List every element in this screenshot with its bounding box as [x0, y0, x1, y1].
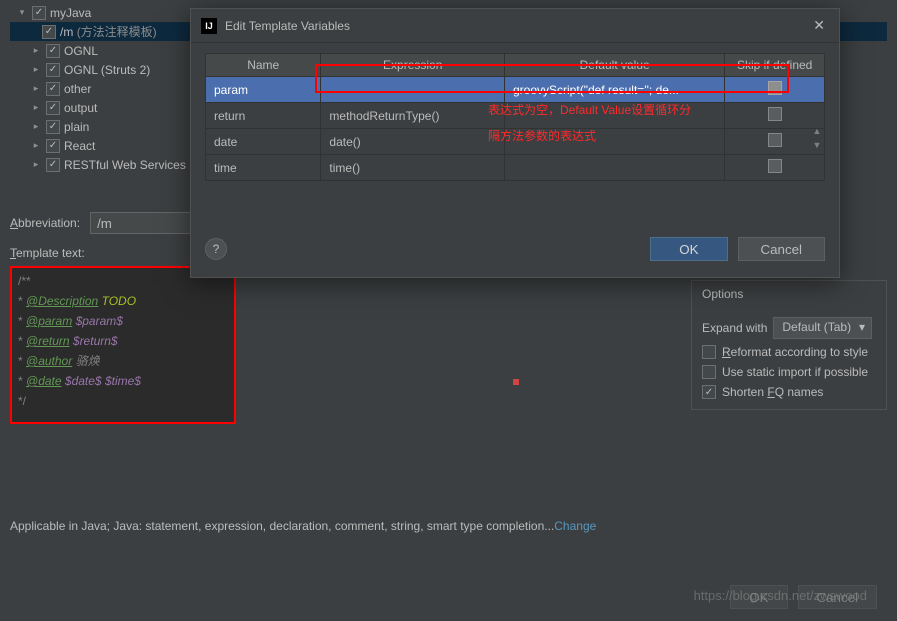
cancel-button[interactable]: Cancel [738, 237, 826, 261]
checkbox[interactable]: ✓ [46, 158, 60, 172]
checkbox[interactable] [768, 81, 782, 95]
annotation-text: 隔方法参数的表达式 [488, 127, 596, 145]
chevron-right-icon: ▸ [30, 140, 42, 151]
cancel-button[interactable]: Cancel [798, 585, 878, 609]
tree-label: myJava [50, 6, 91, 20]
cell-skip[interactable] [725, 77, 825, 103]
cell-name[interactable]: return [206, 103, 321, 129]
chevron-right-icon: ▸ [30, 45, 42, 56]
tree-label: React [64, 139, 95, 153]
col-default: Default value [505, 54, 725, 77]
tree-label: OGNL (Struts 2) [64, 63, 150, 77]
checkbox[interactable] [702, 365, 716, 379]
cell-name[interactable]: date [206, 129, 321, 155]
checkbox[interactable]: ✓ [46, 120, 60, 134]
checkbox[interactable] [768, 107, 782, 121]
tree-label: output [64, 101, 97, 115]
expand-with-row: Expand with Default (Tab) [702, 317, 876, 339]
marker-dot [513, 379, 519, 385]
cell-expr[interactable] [321, 77, 505, 103]
change-link[interactable]: Change [554, 519, 596, 533]
edit-template-variables-dialog: IJ Edit Template Variables ✕ Name Expres… [190, 8, 840, 278]
tree-label: /m (方法注释模板) [60, 23, 157, 40]
checkbox[interactable] [702, 345, 716, 359]
cell-expr[interactable]: time() [321, 155, 505, 181]
dialog-titlebar[interactable]: IJ Edit Template Variables ✕ [191, 9, 839, 43]
reorder-arrows: ▲ ▼ [809, 126, 825, 150]
chevron-right-icon: ▸ [30, 159, 42, 170]
checkbox[interactable]: ✓ [42, 25, 56, 39]
chevron-down-icon: ▾ [16, 7, 28, 18]
checkbox[interactable]: ✓ [46, 63, 60, 77]
options-panel: Options Expand with Default (Tab) Reform… [691, 280, 887, 410]
cell-default[interactable]: groovyScript("def result=''; de... [505, 77, 725, 103]
tree-label: other [64, 82, 91, 96]
chevron-right-icon: ▸ [30, 121, 42, 132]
table-row[interactable]: param groovyScript("def result=''; de... [206, 77, 825, 103]
cell-name[interactable]: param [206, 77, 321, 103]
checkbox[interactable] [768, 159, 782, 173]
intellij-icon: IJ [201, 18, 217, 34]
code-text: /** [18, 274, 31, 288]
tree-label: plain [64, 120, 89, 134]
cell-skip[interactable] [725, 103, 825, 129]
dialog-title: Edit Template Variables [225, 19, 350, 33]
checkbox[interactable]: ✓ [46, 82, 60, 96]
shorten-fq-option[interactable]: ✓Shorten FQ names [702, 385, 876, 399]
cell-expr[interactable]: date() [321, 129, 505, 155]
options-title: Options [692, 281, 886, 307]
static-import-option[interactable]: Use static import if possible [702, 365, 876, 379]
col-name: Name [206, 54, 321, 77]
ok-button[interactable]: OK [730, 585, 787, 609]
annotation-text: 表达式为空，Default Value设置循环分 [488, 101, 691, 119]
expand-with-select[interactable]: Default (Tab) [773, 317, 872, 339]
checkbox[interactable] [768, 133, 782, 147]
table-row[interactable]: time time() [206, 155, 825, 181]
template-text-editor[interactable]: /** * @Description TODO * @param $param$… [10, 266, 236, 424]
checkbox[interactable]: ✓ [46, 44, 60, 58]
checkbox[interactable]: ✓ [32, 6, 46, 20]
arrow-down-icon[interactable]: ▼ [813, 140, 822, 150]
tree-label: RESTful Web Services [64, 158, 186, 172]
reformat-option[interactable]: Reformat according to style [702, 345, 876, 359]
cell-default[interactable] [505, 155, 725, 181]
ok-button[interactable]: OK [650, 237, 727, 261]
cell-name[interactable]: time [206, 155, 321, 181]
col-expression: Expression [321, 54, 505, 77]
cell-skip[interactable] [725, 155, 825, 181]
close-icon[interactable]: ✕ [809, 17, 829, 34]
cell-expr[interactable]: methodReturnType() [321, 103, 505, 129]
arrow-up-icon[interactable]: ▲ [813, 126, 822, 136]
checkbox[interactable]: ✓ [702, 385, 716, 399]
checkbox[interactable]: ✓ [46, 101, 60, 115]
checkbox[interactable]: ✓ [46, 139, 60, 153]
chevron-right-icon: ▸ [30, 64, 42, 75]
table-header: Name Expression Default value Skip if de… [206, 54, 825, 77]
tree-label: OGNL [64, 44, 98, 58]
chevron-right-icon: ▸ [30, 83, 42, 94]
col-skip: Skip if defined [725, 54, 825, 77]
settings-buttons: OK Cancel [730, 585, 877, 609]
abbreviation-label: Abbreviation: [10, 216, 80, 230]
applicable-text: Applicable in Java; Java: statement, exp… [10, 519, 887, 533]
chevron-right-icon: ▸ [30, 102, 42, 113]
help-button[interactable]: ? [205, 238, 227, 260]
expand-label: Expand with [702, 321, 767, 335]
